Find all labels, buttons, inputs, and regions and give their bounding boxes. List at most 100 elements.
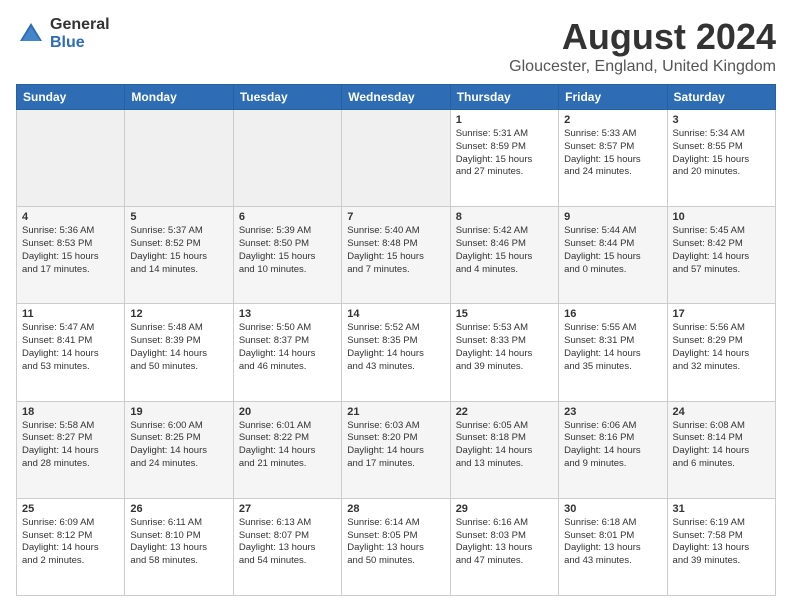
day-number: 1 [456, 114, 553, 126]
title-block: August 2024 Gloucester, England, United … [509, 16, 776, 76]
day-info: Sunrise: 5:31 AM Sunset: 8:59 PM Dayligh… [456, 128, 553, 179]
calendar-cell: 22Sunrise: 6:05 AM Sunset: 8:18 PM Dayli… [450, 401, 558, 498]
calendar-day-header: Friday [559, 85, 667, 110]
calendar-cell: 8Sunrise: 5:42 AM Sunset: 8:46 PM Daylig… [450, 207, 558, 304]
day-number: 31 [673, 503, 770, 515]
calendar-cell: 28Sunrise: 6:14 AM Sunset: 8:05 PM Dayli… [342, 498, 450, 595]
subtitle: Gloucester, England, United Kingdom [509, 58, 776, 76]
day-number: 22 [456, 406, 553, 418]
day-number: 7 [347, 211, 444, 223]
day-info: Sunrise: 6:06 AM Sunset: 8:16 PM Dayligh… [564, 420, 661, 471]
day-number: 16 [564, 308, 661, 320]
logo-text: General Blue [50, 16, 110, 51]
logo: General Blue [16, 16, 110, 51]
day-number: 5 [130, 211, 227, 223]
day-info: Sunrise: 5:36 AM Sunset: 8:53 PM Dayligh… [22, 225, 119, 276]
day-number: 13 [239, 308, 336, 320]
day-number: 20 [239, 406, 336, 418]
calendar-cell: 29Sunrise: 6:16 AM Sunset: 8:03 PM Dayli… [450, 498, 558, 595]
calendar-cell: 7 Sunrise: 5:40 AM Sunset: 8:48 PM Daylig… [342, 207, 450, 304]
day-number: 21 [347, 406, 444, 418]
logo-icon [16, 19, 46, 49]
calendar-cell: 18Sunrise: 5:58 AM Sunset: 8:27 PM Dayli… [17, 401, 125, 498]
calendar-day-header: Wednesday [342, 85, 450, 110]
calendar-cell: 16 Sunrise: 5:55 AM Sunset: 8:31 PM Dayli… [559, 304, 667, 401]
calendar-cell: 21 Sunrise: 6:03 AM Sunset: 8:20 PM Dayli… [342, 401, 450, 498]
day-info: Sunrise: 5:56 AM Sunset: 8:29 PM Dayligh… [673, 322, 770, 373]
calendar-week-row: 18Sunrise: 5:58 AM Sunset: 8:27 PM Dayli… [17, 401, 776, 498]
day-number: 26 [130, 503, 227, 515]
day-info: Sunrise: 5:37 AM Sunset: 8:52 PM Dayligh… [130, 225, 227, 276]
calendar-table: SundayMondayTuesdayWednesdayThursdayFrid… [16, 84, 776, 596]
day-number: 30 [564, 503, 661, 515]
day-number: 27 [239, 503, 336, 515]
header: General Blue August 2024 Gloucester, Eng… [16, 16, 776, 76]
calendar-header-row: SundayMondayTuesdayWednesdayThursdayFrid… [17, 85, 776, 110]
day-info: Sunrise: 6:16 AM Sunset: 8:03 PM Dayligh… [456, 517, 553, 568]
day-number: 11 [22, 308, 119, 320]
day-number: 18 [22, 406, 119, 418]
day-number: 6 [239, 211, 336, 223]
calendar-cell: 4 Sunrise: 5:36 AM Sunset: 8:53 PM Daylig… [17, 207, 125, 304]
day-info: Sunrise: 5:47 AM Sunset: 8:41 PM Dayligh… [22, 322, 119, 373]
day-info: Sunrise: 6:08 AM Sunset: 8:14 PM Dayligh… [673, 420, 770, 471]
calendar-cell: 17 Sunrise: 5:56 AM Sunset: 8:29 PM Dayli… [667, 304, 775, 401]
calendar-cell: 23Sunrise: 6:06 AM Sunset: 8:16 PM Dayli… [559, 401, 667, 498]
day-info: Sunrise: 5:39 AM Sunset: 8:50 PM Dayligh… [239, 225, 336, 276]
day-info: Sunrise: 6:14 AM Sunset: 8:05 PM Dayligh… [347, 517, 444, 568]
calendar-day-header: Thursday [450, 85, 558, 110]
day-number: 10 [673, 211, 770, 223]
day-info: Sunrise: 6:11 AM Sunset: 8:10 PM Dayligh… [130, 517, 227, 568]
day-info: Sunrise: 5:45 AM Sunset: 8:42 PM Dayligh… [673, 225, 770, 276]
calendar-cell: 31 Sunrise: 6:19 AM Sunset: 7:58 PM Dayli… [667, 498, 775, 595]
calendar-cell: 30 Sunrise: 6:18 AM Sunset: 8:01 PM Dayli… [559, 498, 667, 595]
calendar-cell: 2Sunrise: 5:33 AM Sunset: 8:57 PM Daylig… [559, 110, 667, 207]
day-info: Sunrise: 5:55 AM Sunset: 8:31 PM Dayligh… [564, 322, 661, 373]
day-info: Sunrise: 5:44 AM Sunset: 8:44 PM Dayligh… [564, 225, 661, 276]
calendar-cell: 13 Sunrise: 5:50 AM Sunset: 8:37 PM Dayli… [233, 304, 341, 401]
day-number: 19 [130, 406, 227, 418]
day-info: Sunrise: 5:50 AM Sunset: 8:37 PM Dayligh… [239, 322, 336, 373]
calendar-cell: 9 Sunrise: 5:44 AM Sunset: 8:44 PM Daylig… [559, 207, 667, 304]
day-info: Sunrise: 6:00 AM Sunset: 8:25 PM Dayligh… [130, 420, 227, 471]
calendar-cell [342, 110, 450, 207]
day-number: 9 [564, 211, 661, 223]
calendar-week-row: 4 Sunrise: 5:36 AM Sunset: 8:53 PM Daylig… [17, 207, 776, 304]
calendar-cell: 19 Sunrise: 6:00 AM Sunset: 8:25 PM Dayli… [125, 401, 233, 498]
calendar-day-header: Saturday [667, 85, 775, 110]
day-info: Sunrise: 6:18 AM Sunset: 8:01 PM Dayligh… [564, 517, 661, 568]
calendar-cell: 14Sunrise: 5:52 AM Sunset: 8:35 PM Dayli… [342, 304, 450, 401]
day-info: Sunrise: 6:19 AM Sunset: 7:58 PM Dayligh… [673, 517, 770, 568]
calendar-week-row: 11 Sunrise: 5:47 AM Sunset: 8:41 PM Dayli… [17, 304, 776, 401]
calendar-cell: 5 Sunrise: 5:37 AM Sunset: 8:52 PM Daylig… [125, 207, 233, 304]
main-title: August 2024 [509, 16, 776, 58]
calendar-day-header: Monday [125, 85, 233, 110]
calendar-cell: 27 Sunrise: 6:13 AM Sunset: 8:07 PM Dayli… [233, 498, 341, 595]
day-number: 4 [22, 211, 119, 223]
day-number: 3 [673, 114, 770, 126]
day-info: Sunrise: 6:09 AM Sunset: 8:12 PM Dayligh… [22, 517, 119, 568]
day-number: 8 [456, 211, 553, 223]
page: General Blue August 2024 Gloucester, Eng… [0, 0, 792, 612]
day-info: Sunrise: 5:34 AM Sunset: 8:55 PM Dayligh… [673, 128, 770, 179]
calendar-cell: 3 Sunrise: 5:34 AM Sunset: 8:55 PM Daylig… [667, 110, 775, 207]
day-number: 17 [673, 308, 770, 320]
logo-general-text: General [50, 16, 110, 34]
calendar-cell: 10 Sunrise: 5:45 AM Sunset: 8:42 PM Dayli… [667, 207, 775, 304]
calendar-cell [233, 110, 341, 207]
day-number: 12 [130, 308, 227, 320]
calendar-day-header: Tuesday [233, 85, 341, 110]
day-number: 2 [564, 114, 661, 126]
calendar-week-row: 1 Sunrise: 5:31 AM Sunset: 8:59 PM Daylig… [17, 110, 776, 207]
calendar-day-header: Sunday [17, 85, 125, 110]
day-info: Sunrise: 6:13 AM Sunset: 8:07 PM Dayligh… [239, 517, 336, 568]
day-info: Sunrise: 6:03 AM Sunset: 8:20 PM Dayligh… [347, 420, 444, 471]
logo-blue-text: Blue [50, 34, 110, 52]
calendar-cell: 12Sunrise: 5:48 AM Sunset: 8:39 PM Dayli… [125, 304, 233, 401]
day-number: 25 [22, 503, 119, 515]
day-info: Sunrise: 5:52 AM Sunset: 8:35 PM Dayligh… [347, 322, 444, 373]
calendar-cell: 15Sunrise: 5:53 AM Sunset: 8:33 PM Dayli… [450, 304, 558, 401]
day-info: Sunrise: 5:40 AM Sunset: 8:48 PM Dayligh… [347, 225, 444, 276]
calendar-cell: 11 Sunrise: 5:47 AM Sunset: 8:41 PM Dayli… [17, 304, 125, 401]
day-info: Sunrise: 5:53 AM Sunset: 8:33 PM Dayligh… [456, 322, 553, 373]
